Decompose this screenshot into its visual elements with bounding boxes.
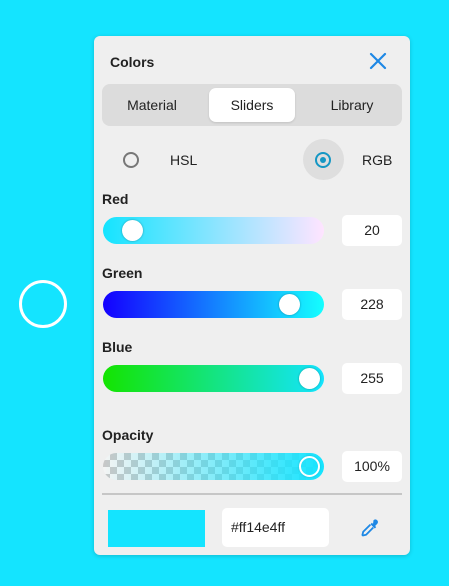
tab-material[interactable]: Material — [106, 88, 198, 122]
red-slider[interactable] — [103, 217, 324, 244]
color-preview — [108, 510, 205, 547]
green-slider[interactable] — [103, 291, 324, 318]
blue-slider-thumb[interactable] — [299, 368, 320, 389]
blue-slider[interactable] — [103, 365, 324, 392]
hsl-label: HSL — [170, 152, 198, 168]
close-button[interactable] — [368, 51, 388, 71]
tab-sliders[interactable]: Sliders — [209, 88, 295, 122]
blue-label: Blue — [102, 339, 133, 355]
blue-value-input[interactable]: 255 — [342, 363, 402, 394]
tab-bar: Material Sliders Library — [102, 84, 402, 126]
rgb-radio[interactable] — [315, 152, 331, 168]
green-value-input[interactable]: 228 — [342, 289, 402, 320]
opacity-value-input[interactable]: 100% — [342, 451, 402, 482]
eyedropper-button[interactable] — [358, 516, 382, 540]
green-slider-thumb[interactable] — [279, 294, 300, 315]
hsl-radio[interactable] — [123, 152, 139, 168]
hex-input[interactable]: #ff14e4ff — [222, 508, 329, 547]
red-slider-thumb[interactable] — [122, 220, 143, 241]
close-icon — [369, 52, 387, 70]
opacity-slider[interactable] — [103, 453, 324, 480]
panel-title: Colors — [110, 54, 155, 70]
colors-panel: Colors Material Sliders Library HSL RGB … — [94, 36, 410, 555]
green-label: Green — [102, 265, 143, 281]
eyedropper-icon — [361, 519, 378, 537]
color-mode-selector: HSL RGB — [94, 138, 410, 182]
divider — [102, 493, 402, 495]
color-swatch-circle[interactable] — [19, 280, 67, 328]
opacity-slider-thumb[interactable] — [299, 456, 320, 477]
tab-library[interactable]: Library — [306, 88, 398, 122]
opacity-label: Opacity — [102, 427, 154, 443]
red-value-input[interactable]: 20 — [342, 215, 402, 246]
rgb-label: RGB — [362, 152, 393, 168]
red-label: Red — [102, 191, 129, 207]
